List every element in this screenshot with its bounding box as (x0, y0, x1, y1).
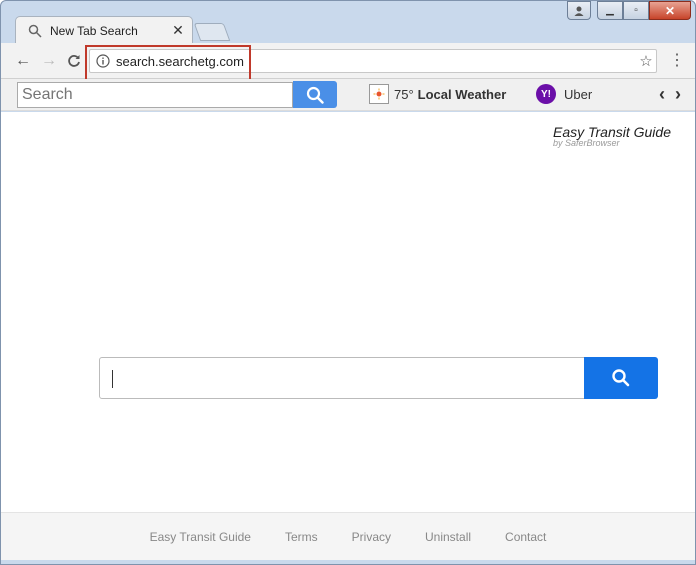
uber-label: Uber (564, 86, 593, 102)
tab-new-tab-search[interactable]: New Tab Search ✕ (15, 16, 193, 44)
chevron-left-icon[interactable]: ‹ (659, 84, 665, 105)
window-controls: ▁ ▫ ✕ (567, 1, 691, 21)
extension-toolbar: 75° Local Weather Y! Uber ‹ › (1, 79, 695, 111)
extension-search-input[interactable] (17, 82, 293, 108)
sun-icon (369, 84, 389, 104)
weather-label: Local Weather (417, 86, 507, 102)
text-caret (112, 370, 113, 388)
weather-temperature: 75° (394, 86, 414, 102)
yahoo-icon: Y! (536, 84, 556, 104)
search-icon (612, 369, 630, 387)
main-search-button[interactable] (584, 357, 658, 399)
close-tab-icon[interactable]: ✕ (170, 22, 186, 39)
tab-title: New Tab Search (50, 23, 138, 38)
title-bar: New Tab Search ✕ ▁ ▫ ✕ (1, 1, 695, 44)
footer: Easy Transit Guide Terms Privacy Uninsta… (1, 512, 695, 560)
uber-link[interactable]: Y! Uber (536, 84, 592, 104)
footer-link-contact[interactable]: Contact (505, 530, 546, 544)
footer-link-easy-transit-guide[interactable]: Easy Transit Guide (150, 530, 251, 544)
search-icon (306, 86, 324, 104)
search-icon (28, 23, 44, 39)
footer-link-terms[interactable]: Terms (285, 530, 318, 544)
main-search-input[interactable] (99, 357, 585, 399)
bookmark-star-icon[interactable]: ☆ (636, 52, 656, 70)
extension-search-button[interactable] (293, 81, 337, 108)
back-arrow-icon[interactable]: ← (13, 51, 33, 71)
close-window-button[interactable]: ✕ (649, 1, 691, 20)
page-content: Easy Transit Guide by SaferBrowser (1, 112, 695, 512)
footer-link-uninstall[interactable]: Uninstall (425, 530, 471, 544)
maximize-button[interactable]: ▫ (623, 1, 649, 20)
browser-window: New Tab Search ✕ ▁ ▫ ✕ ← → search.search… (0, 0, 696, 565)
extension-scroll-arrows: ‹ › (659, 84, 681, 105)
chevron-right-icon[interactable]: › (675, 84, 681, 105)
window-frame-bottom (1, 560, 695, 564)
brand-logo: Easy Transit Guide by SaferBrowser (553, 124, 671, 148)
footer-link-privacy[interactable]: Privacy (352, 530, 391, 544)
url-highlight-box (85, 45, 251, 83)
local-weather-widget[interactable]: 75° Local Weather (369, 84, 506, 104)
new-tab-button[interactable] (193, 23, 231, 41)
main-search-box (99, 357, 659, 399)
forward-arrow-icon[interactable]: → (39, 51, 59, 71)
user-icon[interactable] (567, 1, 591, 20)
minimize-button[interactable]: ▁ (597, 1, 623, 20)
menu-dots-icon[interactable]: ⋮ (669, 53, 685, 69)
reload-icon[interactable] (64, 51, 84, 71)
